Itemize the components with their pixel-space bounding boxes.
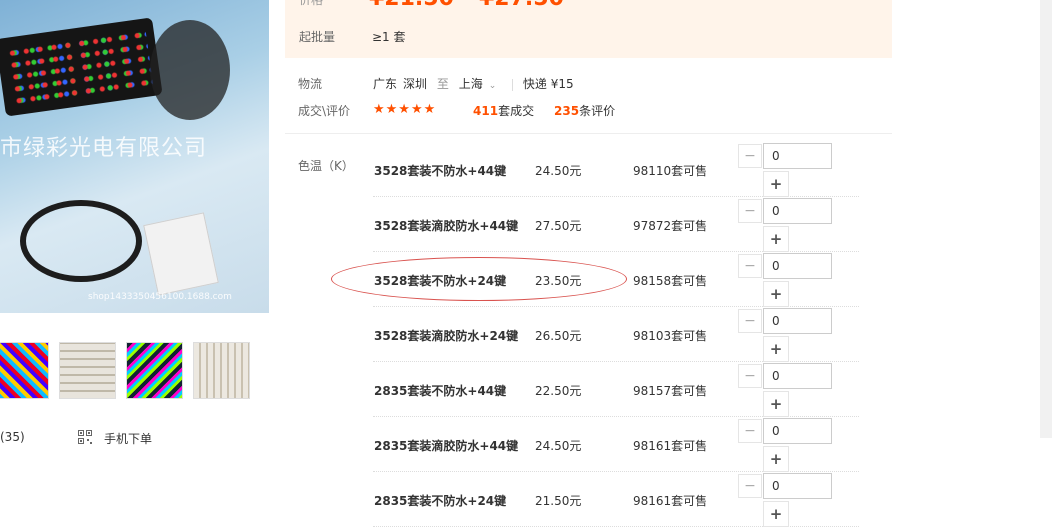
- ship-to-city-select[interactable]: 上海: [459, 77, 483, 91]
- rating-label: 成交\评价: [298, 104, 351, 118]
- min-batch-value: ≥1 套: [372, 30, 406, 44]
- deals-number: 411: [473, 104, 499, 118]
- scrollbar[interactable]: [1040, 0, 1052, 438]
- increase-quantity-button[interactable]: +: [763, 391, 789, 417]
- led-reel-image: [150, 20, 230, 120]
- decrease-quantity-button[interactable]: −: [738, 364, 762, 388]
- sku-price: 22.50元: [535, 384, 582, 398]
- decrease-quantity-button[interactable]: −: [738, 309, 762, 333]
- sku-row: 3528套装滴胶防水+24键 26.50元 98103套可售 −+: [373, 308, 859, 362]
- remote-control-image: [0, 17, 163, 117]
- favorite-count[interactable]: (35): [0, 430, 25, 444]
- sku-row: 3528套装滴胶防水+44键 27.50元 97872套可售 −+: [373, 198, 859, 252]
- decrease-quantity-button[interactable]: −: [738, 144, 762, 168]
- increase-quantity-button[interactable]: +: [763, 501, 789, 527]
- price-value-low: ¥21.50: [369, 0, 454, 11]
- ship-from-province: 广东: [373, 77, 398, 91]
- sku-stock: 97872套可售: [633, 219, 708, 233]
- reviews-number: 235: [554, 104, 580, 118]
- to-separator: 至: [436, 77, 449, 91]
- star-rating: ★★★★★: [373, 102, 437, 117]
- sku-row: 3528套装不防水+44键 24.50元 98110套可售 −+: [373, 143, 859, 197]
- increase-quantity-button[interactable]: +: [763, 281, 789, 307]
- sku-label: 色温（K）: [298, 159, 354, 173]
- sku-stock: 98103套可售: [633, 329, 708, 343]
- sku-row: 2835套装不防水+44键 22.50元 98157套可售 −+: [373, 363, 859, 417]
- image-site-watermark: shop1433350456100.1688.com: [88, 292, 232, 302]
- quantity-input[interactable]: [763, 143, 832, 169]
- sku-stock: 98110套可售: [633, 164, 708, 178]
- logistics-label: 物流: [298, 77, 323, 91]
- sku-name: 2835套装不防水+24键: [374, 494, 507, 508]
- increase-quantity-button[interactable]: +: [763, 226, 789, 252]
- sku-name: 2835套装不防水+44键: [374, 384, 507, 398]
- product-main-image[interactable]: 市绿彩光电有限公司 shop1433350456100.1688.com: [0, 0, 269, 313]
- chevron-down-icon[interactable]: ⌄: [489, 81, 497, 91]
- sku-stock: 98158套可售: [633, 274, 708, 288]
- sku-price: 27.50元: [535, 219, 582, 233]
- thumbnail-2[interactable]: [59, 342, 116, 399]
- sku-stock: 98157套可售: [633, 384, 708, 398]
- logistics-info: 广东 深圳 至 上海 ⌄ 快递 ¥15: [373, 75, 580, 92]
- sku-price: 26.50元: [535, 329, 582, 343]
- cable-image: [20, 200, 142, 282]
- qr-code-icon[interactable]: [78, 430, 92, 444]
- divider: [512, 78, 514, 91]
- decrease-quantity-button[interactable]: −: [738, 199, 762, 223]
- quantity-input[interactable]: [763, 418, 832, 444]
- quantity-input[interactable]: [763, 253, 832, 279]
- thumbnail-1[interactable]: [0, 342, 49, 399]
- sku-price: 21.50元: [535, 494, 582, 508]
- price-label: 价格: [299, 0, 324, 7]
- sku-row: 2835套装不防水+24键 21.50元 98161套可售 −+: [373, 473, 859, 527]
- sku-price: 24.50元: [535, 439, 582, 453]
- image-watermark: 市绿彩光电有限公司: [0, 136, 208, 161]
- increase-quantity-button[interactable]: +: [763, 171, 789, 197]
- quantity-input[interactable]: [763, 363, 832, 389]
- sku-name: 3528套装滴胶防水+24键: [374, 329, 519, 343]
- section-divider: [285, 133, 892, 134]
- decrease-quantity-button[interactable]: −: [738, 419, 762, 443]
- deals-suffix: 套成交: [498, 104, 535, 118]
- price-value-high: ¥27.50: [479, 0, 564, 11]
- sku-name: 2835套装滴胶防水+44键: [374, 439, 519, 453]
- decrease-quantity-button[interactable]: −: [738, 254, 762, 278]
- quantity-input[interactable]: [763, 198, 832, 224]
- controller-box-image: [143, 212, 219, 296]
- min-batch-label: 起批量: [299, 30, 336, 44]
- sku-price: 24.50元: [535, 164, 582, 178]
- sku-stock: 98161套可售: [633, 494, 708, 508]
- sku-price: 23.50元: [535, 274, 582, 288]
- reviews-suffix: 条评价: [579, 104, 616, 118]
- thumbnail-4[interactable]: [193, 342, 250, 399]
- mobile-order-link[interactable]: 手机下单: [104, 430, 152, 447]
- thumbnail-3[interactable]: [126, 342, 183, 399]
- price-panel: 价格 ¥21.50 ¥27.50 起批量 ≥1 套: [285, 0, 892, 58]
- increase-quantity-button[interactable]: +: [763, 446, 789, 472]
- sku-name: 3528套装不防水+44键: [374, 164, 507, 178]
- sku-row: 2835套装滴胶防水+44键 24.50元 98161套可售 −+: [373, 418, 859, 472]
- reviews-count[interactable]: 235条评价: [554, 102, 615, 119]
- shipping-fee: 快递 ¥15: [522, 77, 574, 91]
- decrease-quantity-button[interactable]: −: [738, 474, 762, 498]
- deals-count[interactable]: 411套成交: [473, 102, 534, 119]
- quantity-input[interactable]: [763, 308, 832, 334]
- sku-row: 3528套装不防水+24键 23.50元 98158套可售 −+: [373, 253, 859, 307]
- sku-name: 3528套装滴胶防水+44键: [374, 219, 519, 233]
- quantity-input[interactable]: [763, 473, 832, 499]
- sku-list: 3528套装不防水+44键24.50元98110套可售−+3528套装滴胶防水+…: [373, 143, 859, 528]
- sku-name: 3528套装不防水+24键: [374, 274, 507, 288]
- increase-quantity-button[interactable]: +: [763, 336, 789, 362]
- sku-stock: 98161套可售: [633, 439, 708, 453]
- ship-from-city: 深圳: [403, 77, 428, 91]
